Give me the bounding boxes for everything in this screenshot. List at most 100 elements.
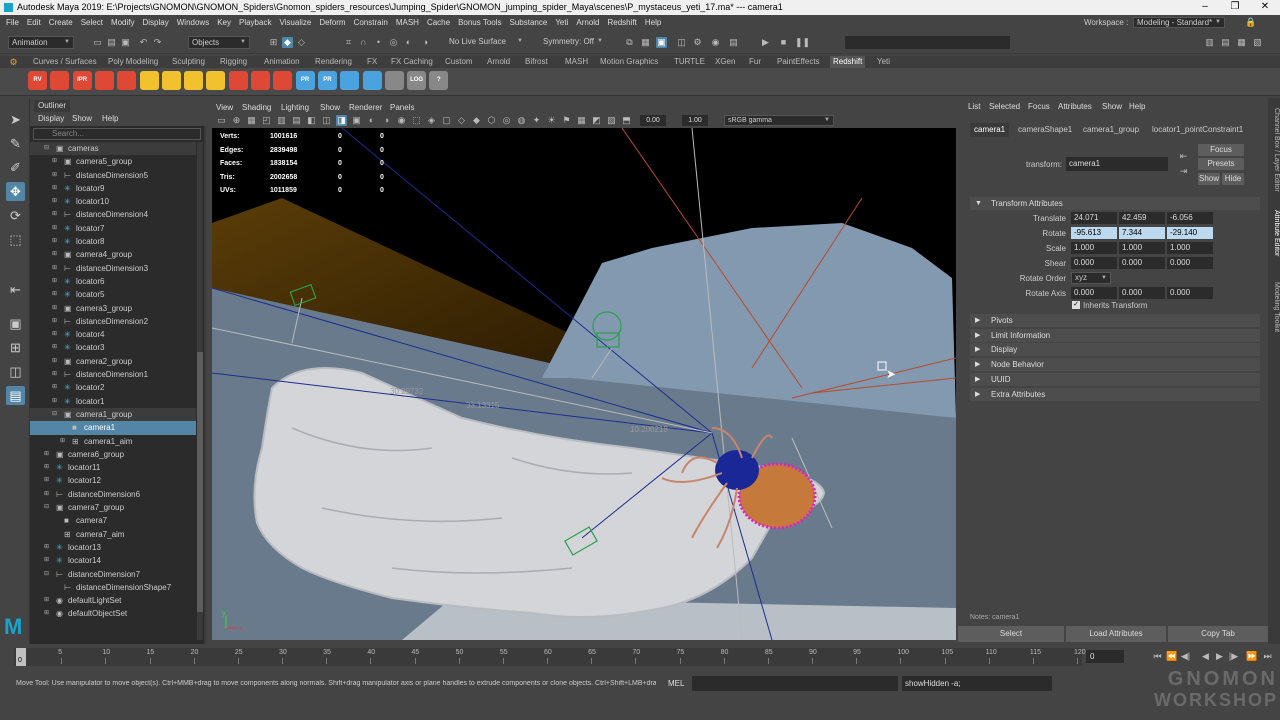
viewport-tool-icon[interactable]: ▥ — [276, 115, 287, 126]
hide-button[interactable]: Hide — [1222, 173, 1244, 185]
collapse-icon[interactable]: ⊟ — [52, 408, 57, 421]
shelf-tab[interactable]: Curves / Surfaces — [30, 56, 100, 68]
viewport-tool-icon[interactable]: ◈ — [426, 115, 437, 126]
select-hierarchy-icon[interactable]: ⊞ — [268, 37, 279, 48]
viewport-tool-icon[interactable]: ⬚ — [411, 115, 422, 126]
outliner-row[interactable]: ⊞ ⊢ distanceDimension4 — [30, 208, 196, 221]
outliner-row[interactable]: ■ camera1 — [30, 421, 196, 435]
viewport-tool-icon[interactable]: ✦ — [531, 115, 542, 126]
go-start-icon[interactable]: ⏮ — [1152, 651, 1163, 662]
mel-input[interactable] — [692, 676, 898, 691]
render-settings-icon[interactable]: ⚙ — [692, 37, 703, 48]
side-tab-modeling-toolkit[interactable]: Modeling Toolkit — [1268, 282, 1280, 332]
rotate-axis-z-field[interactable]: 0.000 — [1167, 287, 1213, 299]
shelf-tab[interactable]: Custom — [442, 56, 476, 68]
outliner-row[interactable]: ⊞ ⊢ distanceDimension6 — [30, 488, 196, 501]
outliner-row[interactable]: ⊟ ▣ cameras — [30, 142, 196, 156]
outliner-row[interactable]: ⊞ ✳ locator9 — [30, 182, 196, 195]
step-forward-icon[interactable]: |▶ — [1228, 651, 1239, 662]
outliner-row[interactable]: ⊞ camera7_aim — [30, 528, 196, 541]
outliner-row[interactable]: ⊞ ⊢ distanceDimension1 — [30, 368, 196, 381]
menu-windows[interactable]: Windows — [173, 15, 213, 30]
rotate-axis-x-field[interactable]: 0.000 — [1071, 287, 1117, 299]
section-display[interactable]: ▶ Display — [970, 343, 1260, 357]
shelf-tab[interactable]: Rigging — [217, 56, 250, 68]
scale-tool-icon[interactable]: ⬚ — [6, 230, 25, 249]
lasso-tool-icon[interactable]: ✎ — [6, 134, 25, 153]
rs-settings-icon[interactable] — [117, 71, 137, 90]
outliner-row[interactable]: ⊞ ✳ locator8 — [30, 235, 196, 248]
outliner-row[interactable]: ⊞ ▣ camera5_group — [30, 155, 196, 168]
viewport-tool-icon[interactable]: ☀ — [546, 115, 557, 126]
shear-y-field[interactable]: 0.000 — [1119, 257, 1165, 269]
menu-deform[interactable]: Deform — [315, 15, 349, 30]
step-back-key-icon[interactable]: ⏪ — [1166, 651, 1177, 662]
shelf-tab[interactable]: Yeti — [874, 56, 893, 68]
minimize-button[interactable]: – — [1190, 0, 1220, 15]
rs-material-icon[interactable] — [228, 71, 248, 90]
paint-select-icon[interactable]: ✐ — [6, 158, 25, 177]
outliner-row[interactable]: ⊞ ✳ locator13 — [30, 541, 196, 554]
rs-log-icon[interactable]: LOG — [407, 71, 427, 90]
expand-icon[interactable]: ⊞ — [44, 448, 49, 461]
shelf-tab[interactable]: TURTLE — [671, 56, 708, 68]
select-object-icon[interactable]: ◆ — [282, 37, 293, 48]
live-surface-field[interactable]: No Live Surface — [446, 36, 526, 49]
transform-name-field[interactable]: camera1 — [1066, 157, 1168, 171]
layout-outliner-icon[interactable]: ▤ — [6, 386, 25, 405]
section-limit-information[interactable]: ▶ Limit Information — [970, 328, 1260, 342]
snap-grid-icon[interactable]: ⌗ — [343, 37, 354, 48]
save-scene-icon[interactable]: ▣ — [120, 37, 131, 48]
rs-sun-icon[interactable] — [206, 71, 226, 90]
render-sequence-icon[interactable]: ▤ — [728, 37, 739, 48]
expand-icon[interactable]: ⊞ — [52, 169, 57, 182]
expand-icon[interactable]: ⊞ — [52, 208, 57, 221]
expand-icon[interactable]: ⊞ — [44, 541, 49, 554]
rs-help-icon[interactable]: ? — [429, 71, 449, 90]
viewport-tool-icon[interactable]: ▭ — [216, 115, 227, 126]
menu-redshift[interactable]: Redshift — [604, 15, 641, 30]
open-scene-icon[interactable]: ▤ — [106, 37, 117, 48]
rotate-z-field[interactable]: -29.140 — [1167, 227, 1213, 239]
redshift-ipr-icon[interactable]: ▶ — [760, 37, 771, 48]
select-tool-icon[interactable]: ➤ — [6, 110, 25, 129]
layout-icon-1[interactable]: ▥ — [1204, 37, 1215, 48]
section-transform-attributes[interactable]: ▼ Transform Attributes — [970, 197, 1260, 210]
outliner-tab[interactable]: Outliner — [34, 100, 71, 112]
select-mode-dropdown[interactable]: Objects — [188, 36, 250, 49]
outliner-row[interactable]: ⊞ ✳ locator14 — [30, 554, 196, 567]
vp-menu-lighting[interactable]: Lighting — [281, 101, 309, 115]
outliner-row[interactable]: ⊞ ✳ locator6 — [30, 275, 196, 288]
outliner-row[interactable]: ■ camera7 — [30, 514, 196, 527]
outliner-row[interactable]: ⊞ ✳ locator7 — [30, 222, 196, 235]
rs-sphere-icon[interactable] — [273, 71, 293, 90]
menu-mash[interactable]: MASH — [392, 15, 423, 30]
rs-render-icon[interactable] — [50, 71, 70, 90]
render-view-icon[interactable]: ▦ — [640, 37, 651, 48]
expand-icon[interactable]: ⊞ — [52, 222, 57, 235]
new-scene-icon[interactable]: ▭ — [92, 37, 103, 48]
collapse-icon[interactable]: ⊟ — [44, 568, 49, 581]
move-tool-icon[interactable]: ✥ — [6, 182, 25, 201]
rs-dome-light-icon[interactable] — [184, 71, 204, 90]
shelf-tab[interactable]: Fur — [746, 56, 764, 68]
outliner-search-input[interactable]: Search... — [33, 128, 201, 140]
outliner-row[interactable]: ⊞ ✳ locator5 — [30, 288, 196, 301]
scale-z-field[interactable]: 1.000 — [1167, 242, 1213, 254]
viewport-tool-icon[interactable]: ◫ — [321, 115, 332, 126]
rs-env-icon[interactable] — [362, 71, 382, 90]
expand-icon[interactable]: ⊞ — [52, 248, 57, 261]
expand-icon[interactable]: ⊞ — [52, 235, 57, 248]
expand-icon[interactable]: ⊞ — [60, 435, 65, 448]
show-button[interactable]: Show — [1198, 173, 1220, 185]
layout-four-icon[interactable]: ⊞ — [6, 338, 25, 357]
rs-proxy2-icon[interactable]: PR — [317, 71, 337, 90]
layout-icon-4[interactable]: ▧ — [1252, 37, 1263, 48]
ipr-icon[interactable]: ▣ — [656, 37, 667, 48]
viewport-tool-icon[interactable]: ▣ — [351, 115, 362, 126]
expand-icon[interactable]: ⊞ — [52, 368, 57, 381]
inherits-transform-checkbox[interactable]: ✓ — [1072, 301, 1080, 309]
shelf-tab[interactable]: XGen — [712, 56, 738, 68]
outliner-row[interactable]: ⊞ ✳ locator4 — [30, 328, 196, 341]
outliner-row[interactable]: ⊞ ✳ locator2 — [30, 381, 196, 394]
